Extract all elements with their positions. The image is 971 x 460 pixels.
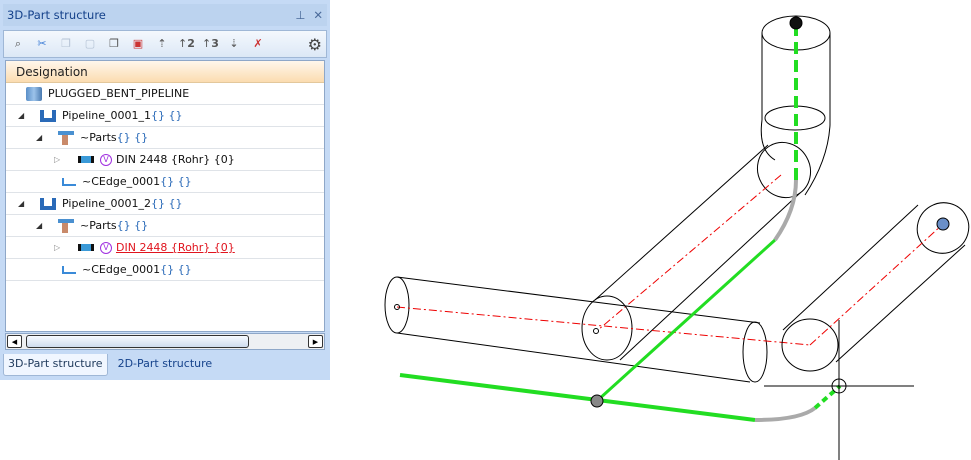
axis-point-marker bbox=[593, 328, 599, 334]
attribute-braces: {} {} bbox=[116, 131, 149, 144]
tree-row-label: ~CEdge_0001 bbox=[82, 263, 161, 276]
tree-row-label: Pipeline_0001_2 bbox=[62, 197, 152, 210]
attribute-braces: {} {} bbox=[160, 175, 192, 188]
copy-icon[interactable]: ❐ bbox=[58, 36, 74, 52]
expand-level-3-icon[interactable]: ↑3 bbox=[202, 36, 219, 52]
tree-row-part[interactable]: ▷ V DIN 2448 {Rohr} {0} bbox=[6, 149, 324, 171]
tree-row-root[interactable]: PLUGGED_BENT_PIPELINE bbox=[6, 83, 324, 105]
level-3-label: 3 bbox=[211, 37, 219, 50]
level-2-label: 2 bbox=[187, 37, 195, 50]
close-icon[interactable]: ✕ bbox=[313, 8, 323, 22]
tree-row-label: ~Parts bbox=[80, 219, 117, 232]
bend-point-marker[interactable] bbox=[590, 394, 604, 408]
3d-viewport[interactable] bbox=[333, 0, 971, 460]
tree-row-label: Pipeline_0001_1 bbox=[62, 109, 152, 122]
paste-icon[interactable]: ▢ bbox=[82, 36, 98, 52]
settings-icon[interactable]: ⚙ bbox=[308, 35, 322, 54]
tree-row-parts[interactable]: ◢ ~Parts {} {} bbox=[6, 215, 324, 237]
cut-icon[interactable]: ✂ bbox=[34, 36, 50, 52]
collapse-toggle-icon[interactable]: ◢ bbox=[18, 111, 24, 120]
scroll-left-button[interactable]: ◀ bbox=[7, 335, 22, 348]
attribute-braces: {} {} bbox=[160, 263, 192, 276]
tree-row-label: ~Parts bbox=[80, 131, 117, 144]
find-icon[interactable]: ⌕ bbox=[10, 36, 26, 52]
toolbar: ⌕ ✂ ❐ ▢ ❐ ▣ ⇡ ↑2 ↑3 ⇣ ✗ ⚙ bbox=[3, 30, 327, 58]
crosshair-cursor-icon bbox=[764, 320, 914, 460]
part-structure-panel: 3D-Part structure ⊥ ✕ ⌕ ✂ ❐ ▢ ❐ ▣ ⇡ ↑2 ↑3… bbox=[0, 0, 330, 380]
tree-row-cedge[interactable]: ~CEdge_0001 {} {} bbox=[6, 171, 324, 193]
tree-row-label: DIN 2448 {Rohr} {0} bbox=[116, 241, 235, 254]
panel-tabs: 3D-Part structure 2D-Part structure bbox=[3, 354, 216, 376]
part-tree: Designation PLUGGED_BENT_PIPELINE ◢ Pipe… bbox=[5, 60, 325, 332]
pin-icon[interactable]: ⊥ bbox=[295, 8, 305, 22]
end-point-marker[interactable] bbox=[936, 217, 950, 231]
expand-toggle-icon[interactable]: ▷ bbox=[54, 155, 60, 164]
tree-row-parts[interactable]: ◢ ~Parts {} {} bbox=[6, 127, 324, 149]
assembly-icon bbox=[26, 86, 42, 101]
expand-toggle-icon[interactable]: ▷ bbox=[54, 243, 60, 252]
collapse-toggle-icon[interactable]: ◢ bbox=[36, 133, 42, 142]
start-point-marker[interactable] bbox=[789, 16, 803, 30]
expand-level-2-icon[interactable]: ↑2 bbox=[178, 36, 195, 52]
clear-sort-icon[interactable]: ✗ bbox=[250, 36, 266, 52]
scroll-right-button[interactable]: ▶ bbox=[308, 335, 323, 348]
attribute-braces: {} {} bbox=[116, 219, 149, 232]
variant-badge-icon: V bbox=[100, 241, 112, 254]
tree-row-label: PLUGGED_BENT_PIPELINE bbox=[48, 87, 190, 100]
pipeline-icon bbox=[40, 197, 56, 210]
attribute-braces: {} {} bbox=[151, 197, 183, 210]
collapse-toggle-icon[interactable]: ◢ bbox=[18, 199, 24, 208]
parts-icon bbox=[58, 218, 74, 233]
horizontal-scrollbar[interactable]: ◀ ▶ bbox=[5, 333, 325, 350]
tab-2d-part-structure[interactable]: 2D-Part structure bbox=[114, 354, 217, 376]
edge-icon bbox=[62, 265, 76, 274]
variant-badge-icon: V bbox=[100, 153, 112, 166]
parts-icon bbox=[58, 130, 74, 145]
tree-row-cedge[interactable]: ~CEdge_0001 {} {} bbox=[6, 259, 324, 281]
column-header-designation[interactable]: Designation bbox=[6, 61, 324, 83]
attribute-braces: {} {} bbox=[151, 109, 183, 122]
collapse-level-1-icon[interactable]: ⇡ bbox=[154, 36, 170, 52]
scrollbar-thumb[interactable] bbox=[26, 335, 249, 348]
tree-row-pipeline[interactable]: ◢ Pipeline_0001_1 {} {} bbox=[6, 105, 324, 127]
pipe-part-icon bbox=[78, 244, 94, 251]
tab-3d-part-structure[interactable]: 3D-Part structure bbox=[3, 354, 108, 376]
edge-icon bbox=[62, 177, 76, 186]
collapse-toggle-icon[interactable]: ◢ bbox=[36, 221, 42, 230]
paste-attributes-icon[interactable]: ▣ bbox=[130, 36, 146, 52]
tree-row-label: ~CEdge_0001 bbox=[82, 175, 161, 188]
pipeline-path bbox=[399, 24, 842, 422]
tree-row-pipeline[interactable]: ◢ Pipeline_0001_2 {} {} bbox=[6, 193, 324, 215]
tree-row-label: DIN 2448 {Rohr} {0} bbox=[116, 153, 235, 166]
panel-titlebar: 3D-Part structure ⊥ ✕ bbox=[3, 4, 327, 26]
tree-row-part-error[interactable]: ▷ V DIN 2448 {Rohr} {0} bbox=[6, 237, 324, 259]
pipeline-icon bbox=[40, 109, 56, 122]
expand-all-icon[interactable]: ⇣ bbox=[226, 36, 242, 52]
panel-title: 3D-Part structure bbox=[7, 8, 106, 22]
pipe-part-icon bbox=[78, 156, 94, 163]
copy-attributes-icon[interactable]: ❐ bbox=[106, 36, 122, 52]
